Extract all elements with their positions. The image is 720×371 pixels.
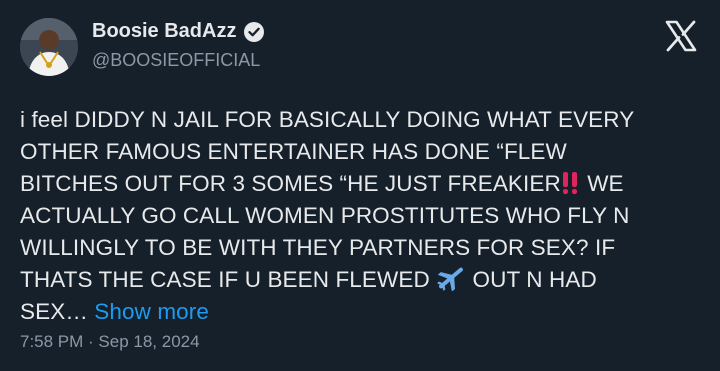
tweet-text-line: ACTUALLY GO CALL WOMEN PROSTITUTES WHO F… — [20, 203, 630, 228]
tweet-text-line: BITCHES OUT FOR 3 SOMES “HE JUST FREAKIE… — [20, 168, 710, 200]
tweet-text-segment: SEX… — [20, 299, 88, 324]
tweet-card: Boosie BadAzz @BOOSIEOFFICIAL i feel DID… — [0, 0, 720, 371]
tweet-text-line: i feel DIDDY N JAIL FOR BASICALLY DOING … — [20, 107, 635, 132]
tweet-text-segment: THATS THE CASE IF U BEEN FLEWED — [20, 267, 430, 292]
tweet-text-line: THATS THE CASE IF U BEEN FLEWED OUT N HA… — [20, 264, 710, 296]
x-logo-icon[interactable] — [664, 20, 698, 52]
tweet-text-line: WILLINGLY TO BE WITH THEY PARTNERS FOR S… — [20, 235, 616, 260]
author-handle[interactable]: @BOOSIEOFFICIAL — [92, 50, 260, 71]
verified-badge-icon — [244, 21, 265, 42]
tweet-text-segment: OUT N HAD — [472, 267, 597, 292]
tweet-timestamp[interactable]: 7:58 PM · Sep 18, 2024 — [20, 332, 200, 352]
author-display-name[interactable]: Boosie BadAzz — [92, 20, 236, 43]
tweet-text: i feel DIDDY N JAIL FOR BASICALLY DOING … — [20, 104, 710, 328]
tweet-text-segment: BITCHES OUT FOR 3 SOMES “HE JUST FREAKIE… — [20, 171, 561, 196]
tweet-text-line: SEX… Show more — [20, 296, 710, 328]
avatar-image — [20, 18, 78, 76]
show-more-link[interactable]: Show more — [94, 299, 209, 324]
double-exclamation-icon — [562, 172, 577, 195]
tweet-text-line: OTHER FAMOUS ENTERTAINER HAS DONE “FLEW — [20, 139, 567, 164]
tweet-text-segment: WE — [587, 171, 624, 196]
avatar[interactable] — [20, 18, 78, 76]
airplane-icon — [437, 267, 464, 291]
author-name-row[interactable]: Boosie BadAzz — [92, 20, 265, 43]
